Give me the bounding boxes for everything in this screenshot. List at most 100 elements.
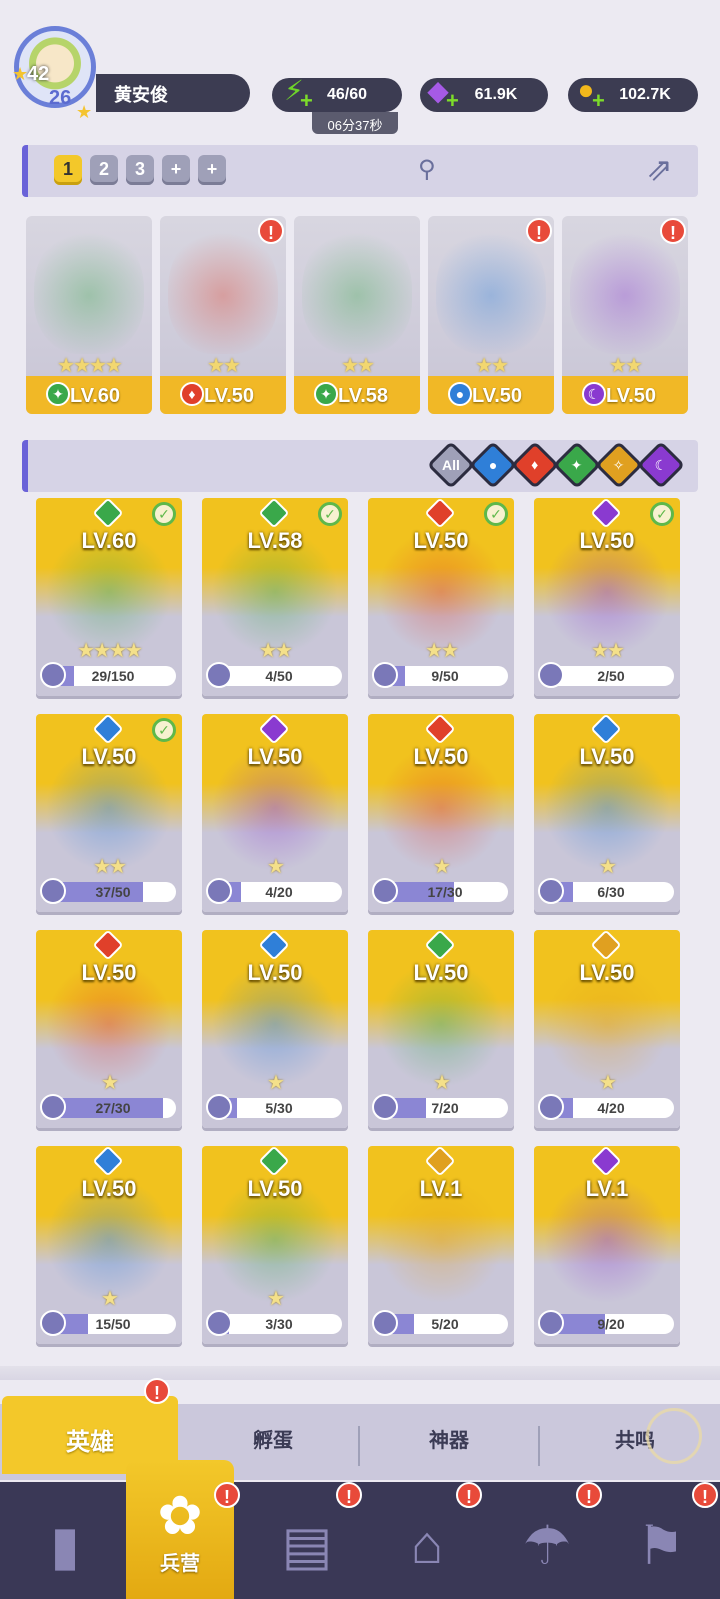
star-icon: ★ [76,102,93,122]
hero-portrait [168,224,278,354]
shard-progress-bar: 37/50 [50,882,176,902]
cards-icon[interactable]: ▮ [20,1500,110,1590]
hero-stars: ★★ [425,640,459,662]
hero-card[interactable]: LV.50 ★ 15/50 [36,1146,182,1344]
element-fire-icon [424,714,456,745]
hero-card[interactable]: ✓ LV.58 ★★ 4/50 [202,498,348,696]
hero-shard-icon [372,1310,398,1336]
element-earth-icon [92,498,124,529]
team-hero-card[interactable]: ★★ LV.50 ♦ [160,216,286,414]
filter-all-label: All [442,456,460,473]
floating-menu-button[interactable] [646,1408,702,1464]
hero-level: LV.50 [247,744,303,769]
shard-progress-text: 37/50 [95,884,131,900]
hero-portrait [302,224,412,354]
hero-card[interactable]: LV.50 ★ 3/30 [202,1146,348,1344]
mushroom-house-icon[interactable]: ☂ [502,1500,592,1590]
hero-stars: ★★ [609,355,643,377]
team-hero-card[interactable]: ★★ LV.50 ● [428,216,554,414]
hero-stars: ★★ [207,355,241,377]
hero-level: LV.50 [247,1176,303,1201]
hero-shard-icon [538,662,564,688]
hero-level: LV.50 [579,744,635,769]
hero-card[interactable]: LV.50 ★ 27/30 [36,930,182,1128]
player-name[interactable]: 黄安俊 [96,74,250,112]
in-team-check-icon: ✓ [152,718,176,742]
team-tab-add[interactable]: + [198,155,226,185]
team-tab-add[interactable]: + [162,155,190,185]
alert-badge: ! [214,1482,240,1508]
hero-shard-icon [40,878,66,904]
hero-card[interactable]: ✓ LV.60 ★★★★ 29/150 [36,498,182,696]
hero-shard-icon [40,662,66,688]
alert-badge: ! [576,1482,602,1508]
grid-fade [0,1366,720,1380]
shard-progress-text: 9/20 [597,1316,625,1332]
hero-card[interactable]: LV.50 ★ 4/20 [202,714,348,912]
banner-icon[interactable]: ⚑ [616,1500,706,1590]
hero-stars: ★ [267,1072,285,1094]
nav-barracks[interactable]: ✿ 兵营 [126,1460,234,1599]
hero-stars: ★★ [93,856,127,878]
element-earth-icon [258,498,290,529]
hero-shard-icon [40,1094,66,1120]
map-book-icon[interactable]: ▤ [262,1500,352,1590]
hero-card[interactable]: ✓ LV.50 ★★ 9/50 [368,498,514,696]
in-team-check-icon: ✓ [152,502,176,526]
shard-progress-text: 4/20 [597,1100,625,1116]
hero-card[interactable]: ✓ LV.50 ★★ 2/50 [534,498,680,696]
alert-badge: ! [144,1378,170,1404]
hero-level: LV.60 [81,528,137,553]
hero-shard-icon [206,1094,232,1120]
alert-badge: ! [526,218,552,244]
team-hero-card[interactable]: ★★★★ LV.60 ✦ [26,216,152,414]
hero-card[interactable]: LV.1 9/20 [534,1146,680,1344]
hero-card[interactable]: LV.1 5/20 [368,1146,514,1344]
shard-progress-text: 27/30 [95,1100,131,1116]
add-energy-button[interactable]: + [300,88,313,114]
hero-level: LV.50 [413,744,469,769]
tab-hatch-egg[interactable]: 孵蛋 [198,1424,348,1453]
element-dark-icon: ☾ [582,382,606,406]
hero-card[interactable]: LV.50 ★ 4/20 [534,930,680,1128]
element-dark-icon [258,714,290,745]
team-tab-1[interactable]: 1 [54,155,82,185]
team-hero-card[interactable]: ★★ LV.58 ✦ [294,216,420,414]
tab-artifact[interactable]: 神器 [374,1424,524,1453]
alert-badge: ! [336,1482,362,1508]
search-icon[interactable]: ⚲ [418,155,436,184]
shard-progress-bar: 2/50 [548,666,674,686]
team-tab-2[interactable]: 2 [90,155,118,185]
hero-card[interactable]: LV.50 ★ 5/30 [202,930,348,1128]
hero-stars: ★ [267,1288,285,1310]
hero-portrait [436,224,546,354]
hero-shard-icon [538,1094,564,1120]
hero-level: LV.50 [81,744,137,769]
team-tab-3[interactable]: 3 [126,155,154,185]
element-water-icon [92,1146,124,1177]
element-water-icon [258,930,290,961]
alert-badge: ! [258,218,284,244]
castle-icon[interactable]: ⌂ [382,1500,472,1590]
hero-shard-icon [372,1094,398,1120]
add-gems-button[interactable]: + [446,88,459,114]
share-icon[interactable]: ⇗ [646,150,673,188]
hero-stars: ★ [101,1072,119,1094]
shard-progress-text: 15/50 [95,1316,131,1332]
energy-timer: 06分37秒 [312,112,398,134]
element-fire-icon [92,930,124,961]
shard-progress-bar: 4/20 [216,882,342,902]
shard-progress-bar: 27/30 [50,1098,176,1118]
hero-card[interactable]: LV.50 ★ 17/30 [368,714,514,912]
add-coins-button[interactable]: + [592,88,605,114]
element-earth-icon: ✦ [314,382,338,406]
hero-card[interactable]: LV.50 ★ 6/30 [534,714,680,912]
avatar-badge-number: 26 [49,87,72,109]
shard-progress-bar: 7/20 [382,1098,508,1118]
team-hero-card[interactable]: ★★ LV.50 ☾ [562,216,688,414]
hero-level: LV.50 [247,960,303,985]
player-avatar[interactable]: 42 26 ★ ★ [12,14,100,122]
hero-card[interactable]: LV.50 ★ 7/20 [368,930,514,1128]
shard-progress-text: 4/20 [265,884,293,900]
hero-card[interactable]: ✓ LV.50 ★★ 37/50 [36,714,182,912]
